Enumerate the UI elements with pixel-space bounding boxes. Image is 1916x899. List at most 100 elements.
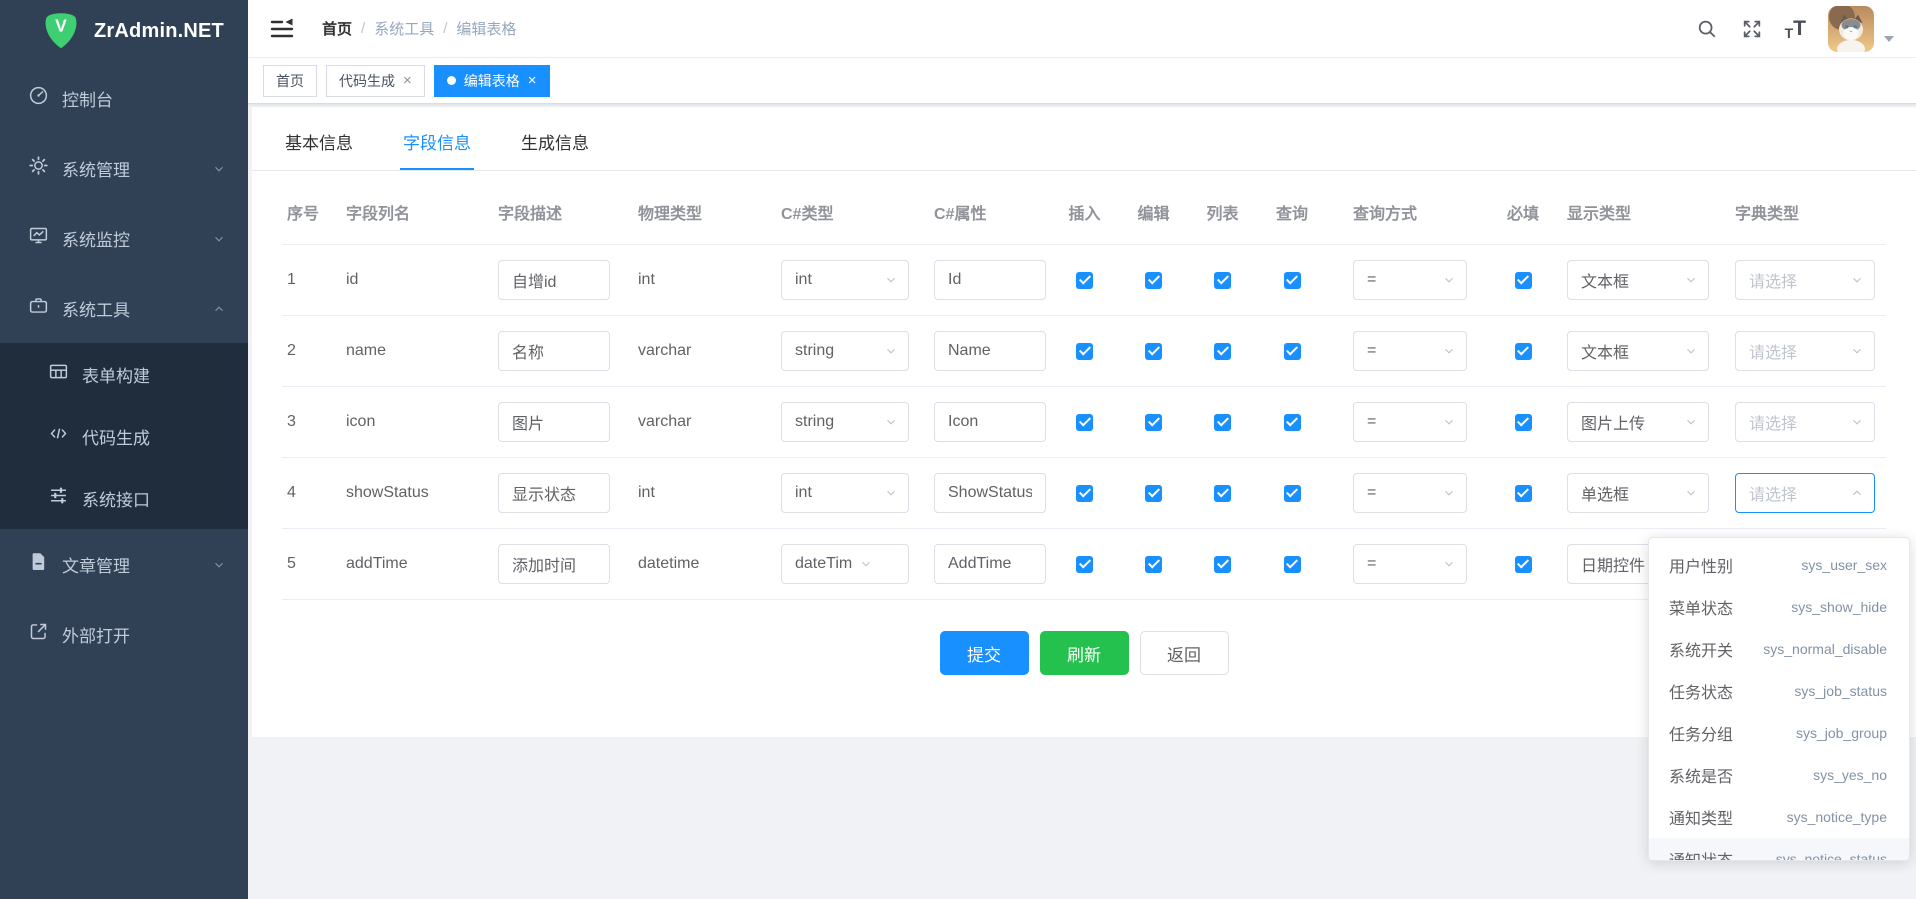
sidebar-item-form-builder[interactable]: 表单构建 <box>0 343 248 405</box>
display-type-select[interactable]: 文本框 <box>1567 331 1709 371</box>
font-size-icon[interactable]: TT <box>1785 17 1806 41</box>
query-mode-select[interactable]: = <box>1353 331 1467 371</box>
dict-option[interactable]: 通知类型sys_notice_type <box>1649 796 1909 838</box>
logo-row[interactable]: V ZrAdmin.NET <box>0 0 248 62</box>
required-checkbox[interactable] <box>1515 343 1532 360</box>
insert-checkbox[interactable] <box>1076 485 1093 502</box>
dict-type-select[interactable]: 请选择 <box>1735 473 1875 513</box>
tag-edit-table-active[interactable]: 编辑表格 × <box>434 65 550 97</box>
edit-checkbox[interactable] <box>1145 272 1162 289</box>
description-input[interactable] <box>498 544 610 584</box>
dict-option-label: 系统是否 <box>1669 763 1733 787</box>
list-checkbox[interactable] <box>1214 272 1231 289</box>
caret-down-icon[interactable] <box>1884 36 1894 42</box>
table-body: 1idintint=文本框请选择2namevarcharstring=文本框请选… <box>282 245 1886 600</box>
csharp-type-select[interactable]: string <box>781 331 909 371</box>
dict-option[interactable]: 用户性别sys_user_sex <box>1649 544 1909 586</box>
query-checkbox[interactable] <box>1284 343 1301 360</box>
sidebar-item-system-monitor[interactable]: 系统监控 <box>0 203 248 273</box>
required-checkbox[interactable] <box>1515 556 1532 573</box>
query-checkbox[interactable] <box>1284 414 1301 431</box>
back-button[interactable]: 返回 <box>1140 631 1229 675</box>
sidebar-item-article-management[interactable]: 文章管理 <box>0 529 248 599</box>
table-cell: id <box>346 271 498 289</box>
edit-checkbox[interactable] <box>1145 485 1162 502</box>
table-cell <box>1119 556 1188 573</box>
csharp-property-input[interactable] <box>934 402 1046 442</box>
tag-home[interactable]: 首页 <box>263 65 317 97</box>
required-checkbox[interactable] <box>1515 414 1532 431</box>
column-header: 物理类型 <box>638 200 781 224</box>
collapse-sidebar-icon[interactable] <box>270 18 294 40</box>
csharp-type-select[interactable]: int <box>781 260 909 300</box>
form-actions: 提交 刷新 返回 <box>282 631 1886 675</box>
chevron-down-icon <box>1844 344 1864 358</box>
tab-field-info[interactable]: 字段信息 <box>400 129 474 170</box>
row-index: 3 <box>287 413 296 431</box>
query-mode-select[interactable]: = <box>1353 473 1467 513</box>
dict-option[interactable]: 通知状态sys_notice_status <box>1649 838 1909 861</box>
list-checkbox[interactable] <box>1214 485 1231 502</box>
description-input[interactable] <box>498 473 610 513</box>
query-mode-select[interactable]: = <box>1353 544 1467 584</box>
dict-option[interactable]: 任务分组sys_job_group <box>1649 712 1909 754</box>
dict-type-select[interactable]: 请选择 <box>1735 402 1875 442</box>
query-mode-select[interactable]: = <box>1353 260 1467 300</box>
display-type-select[interactable]: 图片上传 <box>1567 402 1709 442</box>
breadcrumb-home[interactable]: 首页 <box>322 18 352 39</box>
tab-basic-info[interactable]: 基本信息 <box>282 129 356 170</box>
list-checkbox[interactable] <box>1214 556 1231 573</box>
csharp-type-select[interactable]: string <box>781 402 909 442</box>
description-input[interactable] <box>498 331 610 371</box>
edit-checkbox[interactable] <box>1145 343 1162 360</box>
dict-option[interactable]: 任务状态sys_job_status <box>1649 670 1909 712</box>
edit-checkbox[interactable] <box>1145 556 1162 573</box>
close-icon[interactable]: × <box>528 73 537 88</box>
dict-option[interactable]: 系统开关sys_normal_disable <box>1649 628 1909 670</box>
refresh-button[interactable]: 刷新 <box>1040 631 1129 675</box>
description-input[interactable] <box>498 402 610 442</box>
required-checkbox[interactable] <box>1515 272 1532 289</box>
required-checkbox[interactable] <box>1515 485 1532 502</box>
sidebar-item-system-tools[interactable]: 系统工具 <box>0 273 248 343</box>
submit-button[interactable]: 提交 <box>940 631 1029 675</box>
list-checkbox[interactable] <box>1214 343 1231 360</box>
fullscreen-icon[interactable] <box>1740 17 1764 41</box>
tag-code-generation[interactable]: 代码生成 × <box>326 65 425 97</box>
select-value: string <box>795 342 878 360</box>
insert-checkbox[interactable] <box>1076 414 1093 431</box>
csharp-type-select[interactable]: dateTime <box>781 544 909 584</box>
sidebar-item-system-management[interactable]: 系统管理 <box>0 133 248 203</box>
dict-option[interactable]: 系统是否sys_yes_no <box>1649 754 1909 796</box>
sidebar-item-system-interface[interactable]: 系统接口 <box>0 467 248 529</box>
query-checkbox[interactable] <box>1284 272 1301 289</box>
search-icon[interactable] <box>1695 17 1719 41</box>
csharp-property-input[interactable] <box>934 331 1046 371</box>
query-checkbox[interactable] <box>1284 485 1301 502</box>
csharp-property-input[interactable] <box>934 544 1046 584</box>
list-checkbox[interactable] <box>1214 414 1231 431</box>
query-mode-select[interactable]: = <box>1353 402 1467 442</box>
insert-checkbox[interactable] <box>1076 272 1093 289</box>
csharp-property-input[interactable] <box>934 473 1046 513</box>
insert-checkbox[interactable] <box>1076 343 1093 360</box>
tab-generate-info[interactable]: 生成信息 <box>518 129 592 170</box>
user-avatar[interactable] <box>1828 6 1874 52</box>
sidebar-item-external-open[interactable]: 外部打开 <box>0 599 248 669</box>
sidebar-item-dashboard[interactable]: 控制台 <box>0 63 248 133</box>
dict-type-select[interactable]: 请选择 <box>1735 260 1875 300</box>
display-type-select[interactable]: 单选框 <box>1567 473 1709 513</box>
csharp-type-select[interactable]: int <box>781 473 909 513</box>
edit-checkbox[interactable] <box>1145 414 1162 431</box>
csharp-property-input[interactable] <box>934 260 1046 300</box>
display-type-select[interactable]: 文本框 <box>1567 260 1709 300</box>
close-icon[interactable]: × <box>403 73 412 88</box>
dict-option[interactable]: 菜单状态sys_show_hide <box>1649 586 1909 628</box>
query-checkbox[interactable] <box>1284 556 1301 573</box>
table-header-row: 序号字段列名字段描述物理类型C#类型C#属性插入编辑列表查询查询方式必填显示类型… <box>282 171 1886 245</box>
insert-checkbox[interactable] <box>1076 556 1093 573</box>
dict-type-select[interactable]: 请选择 <box>1735 331 1875 371</box>
table-cell <box>1257 485 1327 502</box>
description-input[interactable] <box>498 260 610 300</box>
sidebar-item-code-generation[interactable]: 代码生成 <box>0 405 248 467</box>
